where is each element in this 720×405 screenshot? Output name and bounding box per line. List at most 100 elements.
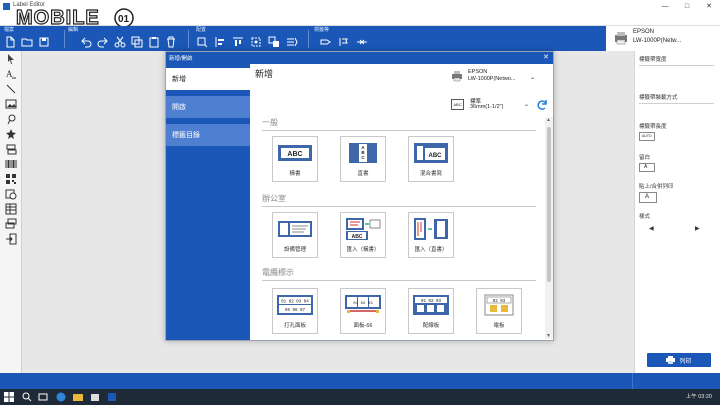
undo-icon[interactable] bbox=[80, 36, 92, 48]
qrcode-icon[interactable] bbox=[0, 171, 22, 186]
status-bar bbox=[0, 373, 720, 389]
image-icon[interactable] bbox=[0, 96, 22, 111]
open-folder-icon[interactable] bbox=[21, 36, 33, 48]
chevron-down-icon[interactable]: ⌄ bbox=[524, 101, 529, 108]
ribbon-toolbar: 檔案 編輯 配置 標籤等 EPSON LW-1000P(Netw... bbox=[0, 26, 720, 51]
tape-icon: ABC bbox=[451, 99, 464, 110]
label-fit-icon[interactable] bbox=[356, 36, 368, 48]
ribbon-group-label: 編輯 bbox=[68, 27, 79, 33]
scroll-down-icon[interactable]: ▼ bbox=[546, 333, 551, 339]
horizontal-template-icon: ABC bbox=[278, 145, 312, 161]
tape-length-label: 標籤帶長度 bbox=[639, 124, 667, 130]
dialog-main: 新增 EPSON LW-1000P(Netwo... ⌄ ABC 標準 36mm… bbox=[250, 64, 553, 340]
printer-name: EPSON bbox=[633, 29, 655, 35]
paste-merge-field[interactable]: A bbox=[639, 192, 657, 203]
edge-browser-icon[interactable] bbox=[56, 392, 66, 402]
paste-merge-label: 貼上/合併列印 bbox=[639, 184, 674, 190]
file-explorer-icon[interactable] bbox=[73, 392, 83, 402]
tape-width-label: 標籤帶寬度 bbox=[639, 57, 667, 63]
distribute-icon[interactable] bbox=[250, 36, 262, 48]
chevron-down-icon[interactable]: ⌄ bbox=[530, 74, 535, 81]
dialog-titlebar: 新增/開啟 ✕ bbox=[166, 52, 553, 64]
frame-icon[interactable] bbox=[0, 141, 22, 156]
close-icon[interactable]: ✕ bbox=[543, 53, 549, 61]
style-prev-icon[interactable]: ◀ bbox=[649, 225, 654, 232]
text-icon[interactable]: A bbox=[0, 66, 22, 81]
mixed-template-icon: ABC bbox=[414, 143, 448, 163]
punch-panel-template-icon: 01 02 03 04 05 06 07 bbox=[277, 295, 313, 315]
table-icon[interactable] bbox=[0, 201, 22, 216]
scrollbar-thumb[interactable] bbox=[547, 127, 551, 282]
style-next-icon[interactable]: ▶ bbox=[695, 225, 700, 232]
template-tile[interactable]: 02 03 電板 bbox=[476, 288, 522, 334]
tile-label: 面板-66 bbox=[353, 323, 373, 329]
new-file-icon[interactable] bbox=[4, 36, 16, 48]
margin-field[interactable]: A bbox=[639, 163, 655, 172]
barcode-icon[interactable] bbox=[0, 156, 22, 171]
template-tile[interactable]: A B C 直書 bbox=[340, 136, 386, 182]
cut-icon[interactable] bbox=[114, 36, 126, 48]
refresh-icon[interactable] bbox=[536, 99, 548, 111]
windows-start-icon[interactable] bbox=[4, 392, 14, 402]
faceplate-template-icon: 02 03 bbox=[484, 294, 514, 316]
layout-icon[interactable] bbox=[0, 216, 22, 231]
section-general: 一般 bbox=[262, 117, 536, 131]
print-button[interactable]: 列印 bbox=[647, 353, 711, 367]
pointer-icon[interactable] bbox=[0, 51, 22, 66]
printer-selector[interactable]: EPSON LW-1000P(Netw... bbox=[606, 26, 720, 51]
redo-icon[interactable] bbox=[97, 36, 109, 48]
status-bar-right bbox=[632, 373, 720, 389]
paste-icon[interactable] bbox=[148, 36, 160, 48]
search-icon[interactable] bbox=[22, 392, 32, 402]
task-view-icon[interactable] bbox=[38, 392, 48, 402]
template-tile[interactable]: ABC 混合書寫 bbox=[408, 136, 454, 182]
template-tile[interactable]: 匯入（直書） bbox=[408, 212, 454, 258]
align-right-icon[interactable] bbox=[232, 36, 244, 48]
label-arrow-icon[interactable] bbox=[320, 36, 332, 48]
template-tile[interactable]: 01 02 03 面板-66 bbox=[340, 288, 386, 334]
close-button[interactable]: ✕ bbox=[698, 0, 720, 12]
svg-text:01 02 03 04: 01 02 03 04 bbox=[281, 301, 309, 305]
align-left-icon[interactable] bbox=[196, 36, 208, 48]
copy-icon[interactable] bbox=[131, 36, 143, 48]
section-title: 電纜標示 bbox=[262, 268, 294, 277]
sidebar-item-catalog[interactable]: 標籤目錄 bbox=[166, 124, 250, 146]
symbol-icon[interactable] bbox=[0, 126, 22, 141]
store-icon[interactable] bbox=[90, 392, 100, 402]
sidebar-item-new[interactable]: 新增 bbox=[166, 68, 250, 90]
template-tile[interactable]: 01 02 03 配線板 bbox=[408, 288, 454, 334]
group-icon[interactable] bbox=[286, 36, 298, 48]
clipart-icon[interactable] bbox=[0, 111, 22, 126]
label-flag-icon[interactable] bbox=[338, 36, 350, 48]
tape-length-field[interactable]: AUTO bbox=[639, 132, 655, 141]
import-icon[interactable] bbox=[0, 231, 22, 246]
scroll-up-icon[interactable]: ▲ bbox=[546, 117, 551, 123]
arrange-icon[interactable] bbox=[268, 36, 280, 48]
printer-model: LW-1000P(Netwo... bbox=[468, 76, 516, 82]
template-tile[interactable]: 設備管理 bbox=[272, 212, 318, 258]
tape-selector[interactable]: ABC 標準 36mm(1-1/2") ⌄ bbox=[451, 97, 551, 117]
dialog-printer-selector[interactable]: EPSON LW-1000P(Netwo... ⌄ bbox=[451, 69, 541, 89]
ribbon-group-edit: 編輯 bbox=[66, 26, 186, 51]
ribbon-group-label-tools: 標籤等 bbox=[312, 26, 382, 51]
template-tile[interactable]: 01 02 03 04 05 06 07 打孔面板 bbox=[272, 288, 318, 334]
datetime-icon[interactable] bbox=[0, 186, 22, 201]
label-editor-taskbar-icon[interactable] bbox=[107, 392, 117, 402]
scrollbar[interactable]: ▲ ▼ bbox=[545, 117, 553, 339]
tile-label: 匯入（橫書） bbox=[346, 247, 380, 253]
align-center-icon[interactable] bbox=[214, 36, 226, 48]
line-icon[interactable] bbox=[0, 81, 22, 96]
delete-icon[interactable] bbox=[165, 36, 177, 48]
template-tile[interactable]: ABC 匯入（橫書） bbox=[340, 212, 386, 258]
save-icon[interactable] bbox=[38, 36, 50, 48]
template-tile[interactable]: ABC 橫書 bbox=[272, 136, 318, 182]
maximize-button[interactable]: □ bbox=[676, 0, 698, 12]
svg-text:01 02 03: 01 02 03 bbox=[353, 302, 373, 306]
window-controls: — □ ✕ bbox=[654, 0, 720, 12]
tape-size: 36mm(1-1/2") bbox=[470, 104, 504, 110]
sidebar-item-open[interactable]: 開啟 bbox=[166, 96, 250, 118]
svg-text:01 02 03: 01 02 03 bbox=[421, 300, 442, 304]
minimize-button[interactable]: — bbox=[654, 0, 676, 12]
patch-panel-template-icon: 01 02 03 bbox=[413, 295, 449, 315]
section-title: 一般 bbox=[262, 118, 278, 127]
